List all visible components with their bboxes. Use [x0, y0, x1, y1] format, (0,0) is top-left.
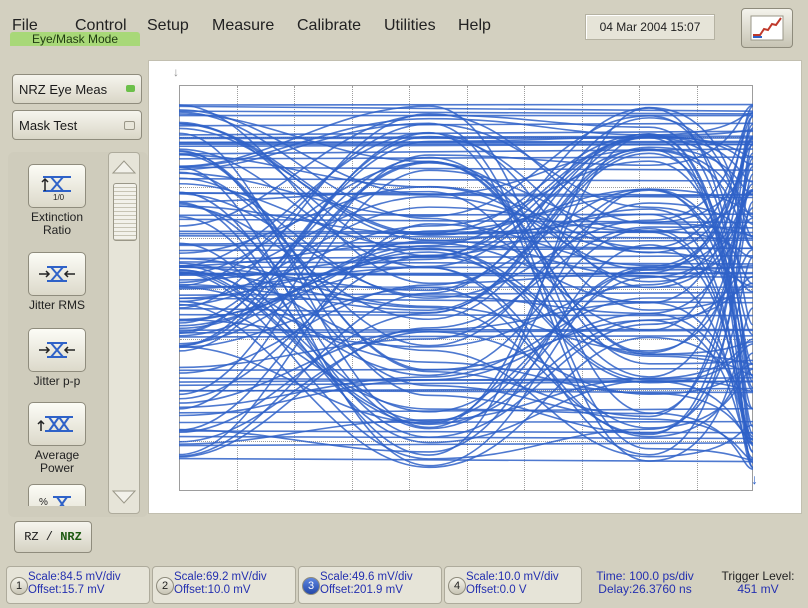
active-indicator-icon: [126, 85, 135, 92]
channel-1-button[interactable]: 1: [10, 577, 28, 595]
extinction-ratio-measurement[interactable]: 1/0 Extinction Ratio: [12, 164, 102, 237]
extinction-ratio-icon: 1/0: [28, 164, 86, 208]
rz-nrz-toggle[interactable]: RZ / NRZ: [14, 521, 92, 553]
scroll-thumb[interactable]: [113, 183, 137, 241]
extinction-ratio-label: Extinction Ratio: [30, 210, 84, 237]
trigger-marker-icon: ↓: [173, 65, 179, 79]
trigger-level-display[interactable]: Trigger Level: 451 mV: [712, 570, 804, 606]
nrz-label: NRZ: [60, 530, 82, 544]
jitter-rms-icon: [28, 252, 86, 296]
status-bar: 1 Scale:84.5 mV/div Offset:15.7 mV 2 Scal…: [0, 566, 808, 608]
channel-4-offset: Offset:0.0 V: [466, 584, 527, 596]
average-power-label: Average Power: [34, 448, 80, 475]
timebase-display[interactable]: Time: 100.0 ps/div Delay:26.3760 ns: [584, 570, 706, 606]
waveform-icon: [750, 15, 784, 41]
mask-test-label: Mask Test: [19, 118, 78, 133]
menu-setup[interactable]: Setup: [147, 17, 189, 35]
channel-1-offset: Offset:15.7 mV: [28, 584, 105, 596]
menu-bar: File Control Setup Measure Calibrate Uti…: [0, 0, 808, 52]
waveform-display[interactable]: ↓ ↓: [148, 60, 802, 514]
date-time-display: 04 Mar 2004 15:07: [585, 14, 715, 40]
channel-4-button[interactable]: 4: [448, 577, 466, 595]
inactive-indicator-icon: [124, 121, 135, 130]
channel-3-offset: Offset:201.9 mV: [320, 584, 403, 596]
jitter-rms-label: Jitter RMS: [28, 298, 85, 312]
measurement-panel: NRZ Eye Meas Mask Test 1/0 Extinction Ra…: [8, 60, 148, 520]
channel-3-scale: Scale:49.6 mV/div: [320, 571, 413, 583]
channel-4-scale: Scale:10.0 mV/div: [466, 571, 559, 583]
eye-diagram-trace: [179, 103, 753, 470]
channel-2-offset: Offset:10.0 mV: [174, 584, 251, 596]
nrz-eye-meas-button[interactable]: NRZ Eye Meas: [12, 74, 142, 104]
svg-text:1/0: 1/0: [53, 193, 65, 201]
rz-label: RZ: [24, 530, 39, 544]
measurement-scrollbar[interactable]: [108, 152, 140, 514]
channel-3-button[interactable]: 3: [302, 577, 320, 595]
jitter-pp-measurement[interactable]: Jitter p-p: [12, 328, 102, 388]
menu-measure[interactable]: Measure: [212, 17, 274, 35]
channel-2-box[interactable]: 2 Scale:69.2 mV/div Offset:10.0 mV: [152, 566, 296, 604]
menu-help[interactable]: Help: [458, 17, 491, 35]
channel-1-box[interactable]: 1 Scale:84.5 mV/div Offset:15.7 mV: [6, 566, 150, 604]
menu-calibrate[interactable]: Calibrate: [297, 17, 361, 35]
time-delay: Delay:26.3760 ns: [598, 582, 692, 596]
average-power-icon: [28, 402, 86, 446]
menu-utilities[interactable]: Utilities: [384, 17, 436, 35]
nrz-eye-meas-label: NRZ Eye Meas: [19, 82, 108, 97]
channel-2-button[interactable]: 2: [156, 577, 174, 595]
channel-4-box[interactable]: 4 Scale:10.0 mV/div Offset:0.0 V: [444, 566, 582, 604]
average-power-measurement[interactable]: Average Power: [12, 402, 102, 475]
jitter-pp-label: Jitter p-p: [33, 374, 81, 388]
svg-text:%: %: [39, 497, 48, 506]
scroll-up-icon[interactable]: [111, 157, 137, 177]
scope-display-button[interactable]: [741, 8, 793, 48]
jitter-rms-measurement[interactable]: Jitter RMS: [12, 252, 102, 312]
channel-2-scale: Scale:69.2 mV/div: [174, 571, 267, 583]
separator-label: /: [45, 530, 53, 544]
eye-mask-mode-label: Eye/Mask Mode: [10, 32, 140, 46]
next-measurement-partial[interactable]: %: [12, 484, 102, 506]
channel-3-box[interactable]: 3 Scale:49.6 mV/div Offset:201.9 mV: [298, 566, 442, 604]
trigger-level-value: 451 mV: [737, 582, 779, 596]
mask-test-button[interactable]: Mask Test: [12, 110, 142, 140]
scroll-down-icon[interactable]: [111, 487, 137, 507]
jitter-pp-icon: [28, 328, 86, 372]
percent-measurement-icon: %: [28, 484, 86, 506]
channel-1-scale: Scale:84.5 mV/div: [28, 571, 121, 583]
channel-marker-icon: ↓: [751, 471, 758, 487]
